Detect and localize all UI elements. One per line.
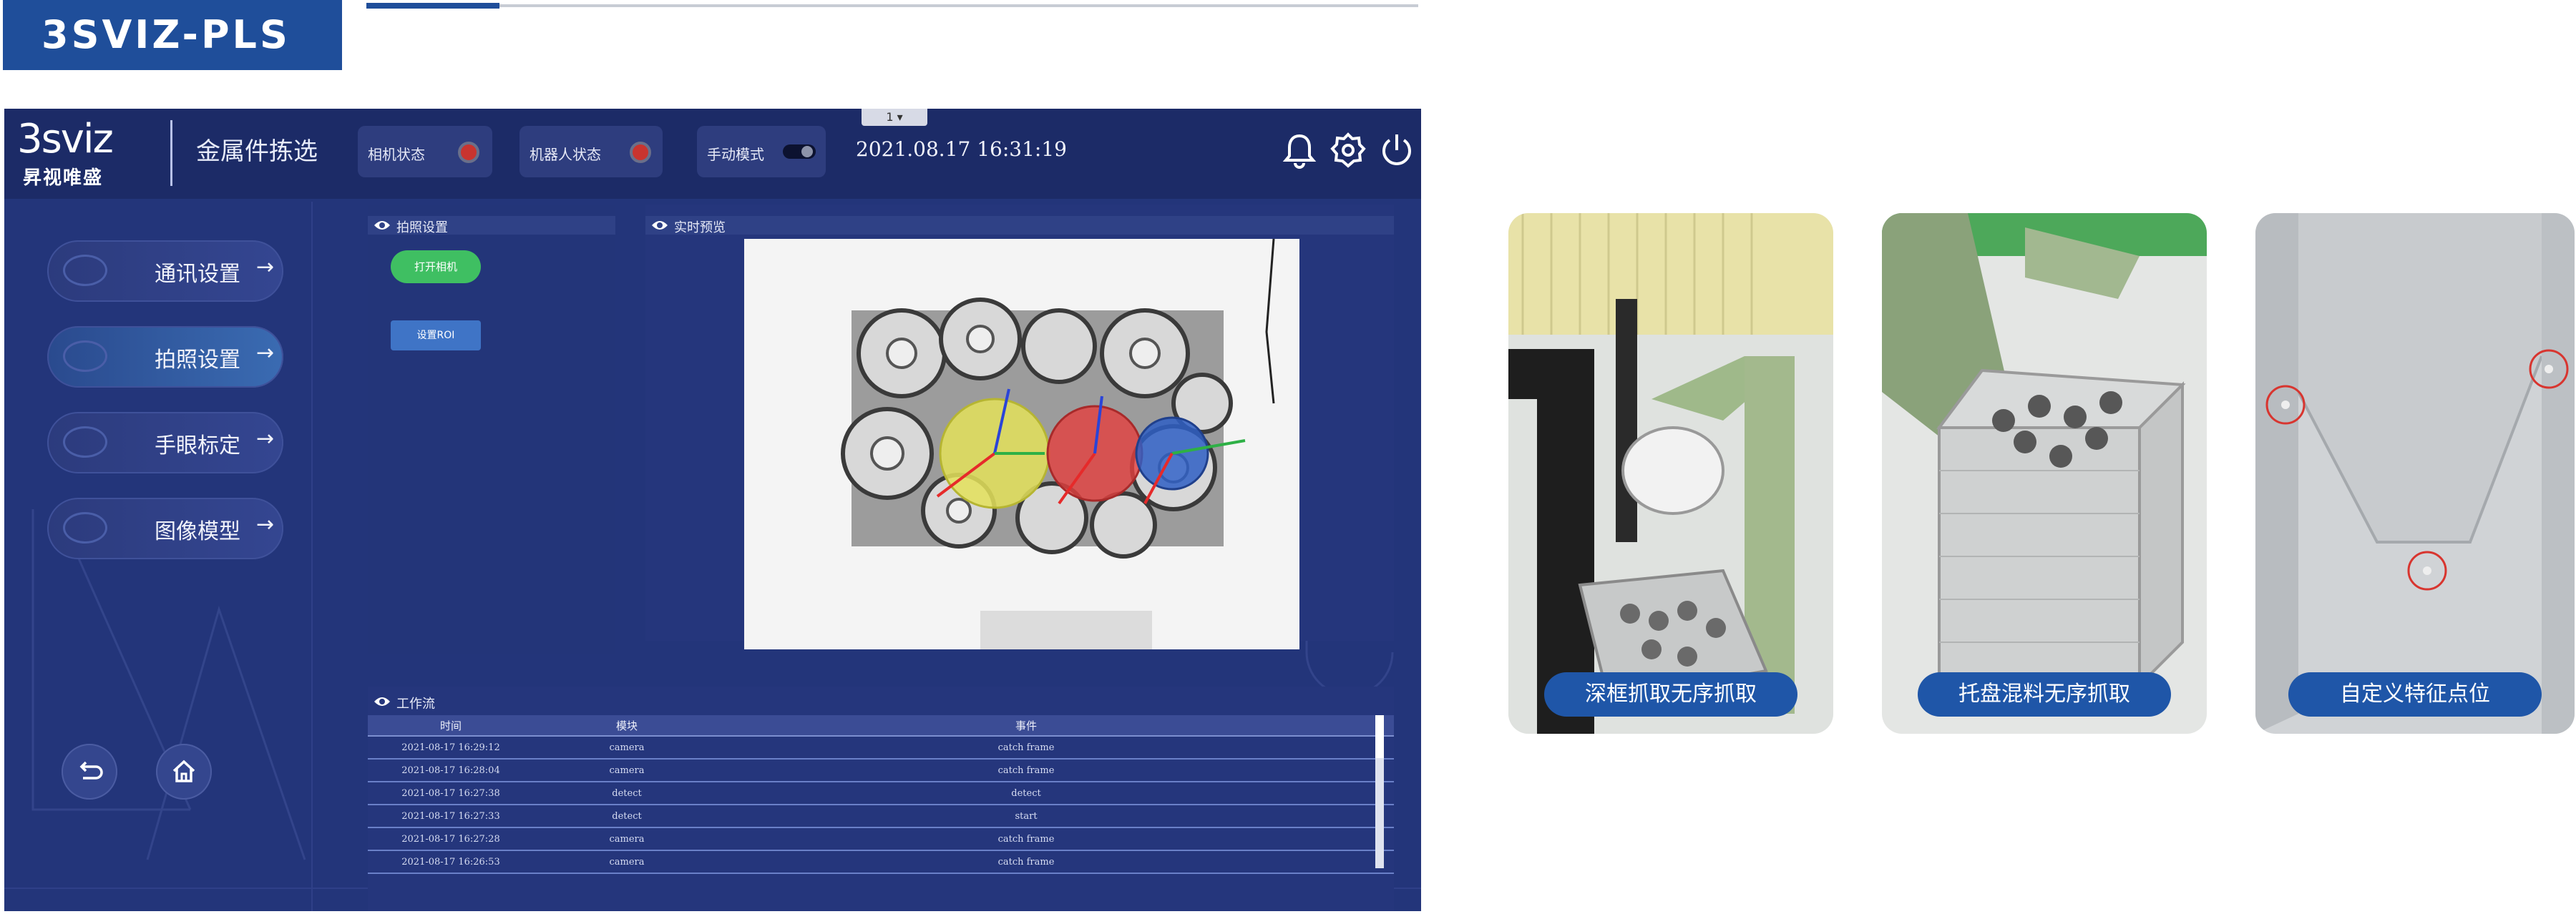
camera-status-label: 相机状态 xyxy=(368,146,425,163)
panel-title: 拍照设置 xyxy=(396,220,448,235)
manual-mode[interactable]: 手动模式 xyxy=(697,126,826,177)
nav-ring-icon xyxy=(63,426,107,458)
view-dropdown[interactable]: 1 ▾ xyxy=(862,109,927,126)
deep-bin-scene-image xyxy=(1508,213,1833,734)
cell-time: 2021-08-17 16:27:38 xyxy=(401,788,500,799)
table-row[interactable]: 2021-08-17 16:27:33 detect start xyxy=(368,805,1394,828)
eye-icon xyxy=(374,697,390,706)
camera-preview-image[interactable] xyxy=(744,239,1299,649)
arrow-right-icon: → xyxy=(256,426,275,451)
app-window: 3sviz 昇视唯盛 金属件拣选 相机状态 机器人状态 手动模式 1 ▾ 202… xyxy=(4,109,1421,911)
nav-ring-icon xyxy=(63,340,107,372)
cell-module: camera xyxy=(609,857,645,868)
cell-module: camera xyxy=(609,742,645,753)
scene-card-deep-bin: 深框抓取无序抓取 xyxy=(1508,213,1833,734)
nav-ring-icon xyxy=(63,255,107,286)
table-row[interactable]: 2021-08-17 16:27:38 detect detect xyxy=(368,782,1394,805)
table-header: 时间 模块 事件 xyxy=(368,715,1394,737)
bell-icon[interactable] xyxy=(1279,130,1319,170)
cell-event: catch frame xyxy=(997,765,1055,776)
cell-event: detect xyxy=(1011,788,1041,799)
table-row[interactable]: 2021-08-17 16:28:04 camera catch frame xyxy=(368,760,1394,782)
camera-status-led xyxy=(458,142,479,163)
manual-mode-label: 手动模式 xyxy=(707,146,764,163)
cell-module: camera xyxy=(609,834,645,845)
sidebar-item-capture[interactable]: 拍照设置 → xyxy=(47,326,283,388)
nav-ring-icon xyxy=(63,512,107,544)
scene-card-label: 深框抓取无序抓取 xyxy=(1544,672,1797,717)
cell-event: catch frame xyxy=(997,834,1055,845)
sidebar-item-image-model[interactable]: 图像模型 → xyxy=(47,498,283,559)
eye-icon xyxy=(374,221,390,230)
top-bar: 3sviz 昇视唯盛 金属件拣选 相机状态 机器人状态 手动模式 1 ▾ 202… xyxy=(4,109,1421,199)
cell-module: camera xyxy=(609,765,645,776)
cell-module: detect xyxy=(612,811,642,822)
sidebar-item-communication[interactable]: 通讯设置 → xyxy=(47,240,283,302)
sidebar-item-label: 通讯设置 xyxy=(155,262,240,287)
home-icon xyxy=(172,760,195,782)
column-header-time: 时间 xyxy=(439,719,462,732)
column-header-module: 模块 xyxy=(615,719,638,732)
cell-time: 2021-08-17 16:28:04 xyxy=(401,765,500,776)
table-row[interactable]: 2021-08-17 16:26:53 camera catch frame xyxy=(368,851,1394,874)
header-rule xyxy=(366,4,1418,7)
logo-subtitle: 昇视唯盛 xyxy=(23,167,104,189)
arrow-right-icon: → xyxy=(256,255,275,280)
brand-title: 3SVIZ-PLS xyxy=(3,0,342,70)
detection-visualization xyxy=(744,239,1299,649)
live-preview-header: 实时预览 xyxy=(645,216,1394,235)
datetime: 2021.08.17 16:31:19 xyxy=(856,137,1067,161)
eye-icon xyxy=(652,221,668,230)
set-roi-button[interactable]: 设置ROI xyxy=(391,320,481,350)
robot-status-label: 机器人状态 xyxy=(530,146,601,163)
capture-settings-header: 拍照设置 xyxy=(368,216,615,235)
arrow-right-icon: → xyxy=(256,512,275,537)
back-icon xyxy=(79,761,103,780)
tray-mixed-scene-image xyxy=(1882,213,2207,734)
logo-wordmark: 3sviz xyxy=(17,116,114,162)
app-title: 金属件拣选 xyxy=(196,137,318,166)
cell-time: 2021-08-17 16:29:12 xyxy=(401,742,500,753)
cell-time: 2021-08-17 16:27:28 xyxy=(401,834,500,845)
sidebar-item-label: 图像模型 xyxy=(155,519,240,544)
open-camera-button[interactable]: 打开相机 xyxy=(391,250,481,283)
cell-time: 2021-08-17 16:27:33 xyxy=(401,811,500,822)
cell-event: catch frame xyxy=(997,857,1055,868)
panel-title: 实时预览 xyxy=(674,220,726,235)
camera-status: 相机状态 xyxy=(358,126,492,177)
workflow-scrollbar[interactable] xyxy=(1375,715,1384,868)
cell-event: catch frame xyxy=(997,742,1055,753)
workflow-table: 时间 模块 事件 2021-08-17 16:29:12 camera catc… xyxy=(368,715,1394,874)
header-rule-accent xyxy=(366,3,499,9)
table-row[interactable]: 2021-08-17 16:29:12 camera catch frame xyxy=(368,737,1394,760)
gear-icon[interactable] xyxy=(1328,130,1368,170)
cell-module: detect xyxy=(612,788,642,799)
app-logo: 3sviz 昇视唯盛 xyxy=(17,116,153,189)
column-header-event: 事件 xyxy=(1015,719,1038,732)
back-button[interactable] xyxy=(62,744,117,800)
scene-card-tray-mixed: 托盘混料无序抓取 xyxy=(1882,213,2207,734)
sidebar-item-label: 手眼标定 xyxy=(155,433,240,458)
table-row[interactable]: 2021-08-17 16:27:28 camera catch frame xyxy=(368,828,1394,851)
scene-card-label: 自定义特征点位 xyxy=(2288,672,2542,717)
scene-card-label: 托盘混料无序抓取 xyxy=(1918,672,2171,717)
power-icon[interactable] xyxy=(1377,130,1417,170)
scene-card-custom-feature: 自定义特征点位 xyxy=(2255,213,2575,734)
workflow-header: 工作流 xyxy=(368,692,1394,712)
custom-feature-scene-image xyxy=(2255,213,2575,734)
cell-event: start xyxy=(1015,811,1038,822)
manual-mode-toggle[interactable] xyxy=(783,144,816,159)
robot-status: 机器人状态 xyxy=(519,126,663,177)
home-button[interactable] xyxy=(156,744,212,800)
robot-status-led xyxy=(630,142,651,163)
scrollbar-thumb[interactable] xyxy=(1375,715,1384,758)
cell-time: 2021-08-17 16:26:53 xyxy=(401,857,500,868)
panel-title: 工作流 xyxy=(396,697,435,712)
divider xyxy=(170,120,172,186)
arrow-right-icon: → xyxy=(256,340,275,365)
sidebar-item-label: 拍照设置 xyxy=(155,348,240,373)
sidebar-item-hand-eye[interactable]: 手眼标定 → xyxy=(47,412,283,473)
